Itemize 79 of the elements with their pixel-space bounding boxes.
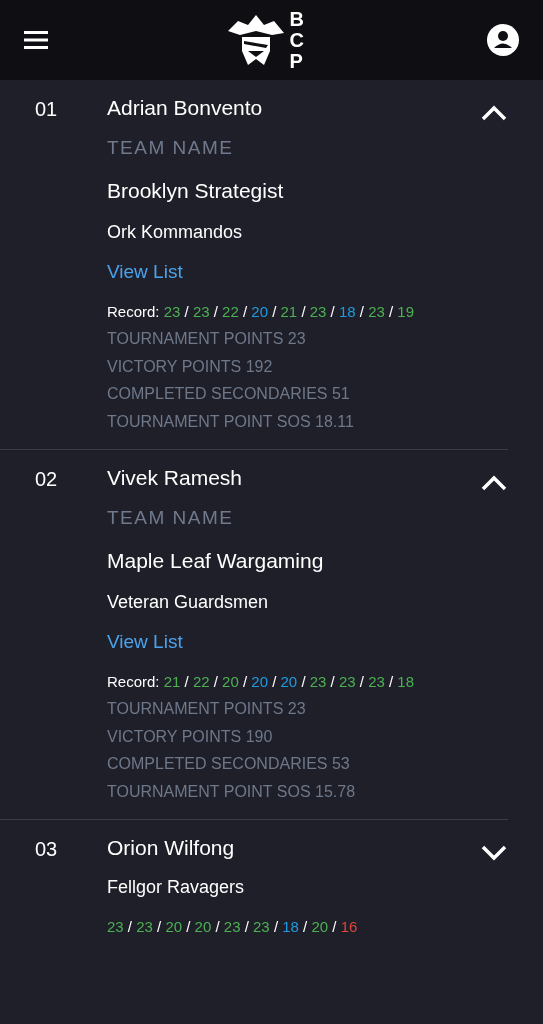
record-score: 16 [340, 917, 358, 935]
rank-number: 02 [35, 467, 59, 492]
record-score: 22 [192, 673, 210, 690]
team-name: Maple Leaf Wargaming [107, 548, 325, 574]
record-separator: / [272, 673, 277, 690]
record-score: 23 [309, 673, 327, 690]
stat-line: VICTORY POINTS 192 [107, 356, 274, 377]
record-score: 23 [223, 917, 241, 935]
record-score: 18 [397, 673, 414, 690]
team-label: TEAM NAME [107, 135, 235, 160]
record-separator: / [273, 917, 279, 935]
record-separator: / [184, 673, 189, 690]
stat-line: TOURNAMENT POINTS 23 [107, 699, 307, 719]
stat-line: TOURNAMENT POINT SOS 18.11 [107, 411, 355, 432]
view-list-link[interactable]: View List [107, 257, 183, 286]
record-score: 20 [280, 673, 298, 690]
record-score: 23 [107, 917, 124, 935]
record-separator: / [157, 917, 162, 935]
record-score: 20 [194, 917, 212, 935]
record-separator: / [215, 917, 220, 935]
team-label: TEAM NAME [107, 505, 235, 530]
record-score: 23 [368, 673, 385, 690]
record-separator: / [332, 917, 337, 935]
user-avatar-icon[interactable] [487, 24, 519, 56]
record-separator: / [359, 303, 364, 320]
record-separator: / [389, 303, 394, 320]
record-separator: / [213, 303, 218, 320]
record-score: 21 [280, 303, 298, 320]
record-separator: / [330, 303, 335, 320]
record-separator: / [359, 673, 364, 690]
record-separator: / [186, 917, 191, 935]
faction-name: Ork Kommandos [107, 220, 244, 244]
view-list-link[interactable]: View List [107, 627, 183, 656]
record-score: 23 [136, 917, 153, 935]
record-separator: / [272, 303, 277, 320]
record-score: 19 [397, 303, 414, 320]
record-score: 23 [192, 303, 210, 320]
record-score: 21 [163, 673, 181, 690]
record-separator: / [244, 917, 249, 935]
record-score: 23 [253, 917, 270, 935]
record-separator: / [213, 673, 218, 690]
record-separator: / [242, 303, 248, 320]
player-name: Adrian Bonvento [107, 95, 264, 121]
record-score: 23 [309, 303, 327, 320]
record-label: Record: [107, 303, 160, 320]
record-score: 20 [251, 673, 268, 690]
stat-line: VICTORY POINTS 190 [107, 726, 274, 747]
faction-name: Veteran Guardsmen [107, 590, 270, 614]
record-score: 20 [165, 917, 183, 935]
record-score: 20 [222, 673, 239, 690]
record-score: 23 [163, 303, 181, 320]
record-score: 23 [338, 673, 356, 690]
record-score: 18 [338, 303, 356, 320]
record-separator: / [127, 917, 133, 935]
menu-icon[interactable] [24, 30, 48, 50]
record-separator: / [301, 673, 306, 690]
record-label: Record: [107, 673, 160, 690]
record-separator: / [303, 917, 308, 935]
stat-line: COMPLETED SECONDARIES 51 [107, 384, 351, 404]
player-name: Vivek Ramesh [107, 465, 243, 491]
record-separator: / [242, 673, 248, 690]
record-score: 20 [311, 917, 329, 935]
record-score: 18 [282, 917, 299, 935]
stat-line: COMPLETED SECONDARIES 53 [107, 754, 351, 774]
team-name: Brooklyn Strategist [107, 178, 285, 204]
record-separator: / [184, 303, 189, 320]
stat-line: TOURNAMENT POINTS 23 [107, 329, 307, 349]
logo-text: BCP [289, 8, 305, 72]
record-separator: / [330, 673, 335, 690]
record-separator: / [389, 673, 394, 690]
record-score: 20 [251, 303, 268, 320]
record-score: 23 [368, 303, 385, 320]
rank-number: 01 [35, 97, 59, 122]
player-name: Orion Wilfong [107, 835, 236, 861]
record-separator: / [301, 303, 306, 320]
faction-name: Fellgor Ravagers [107, 875, 246, 899]
rank-number: 03 [35, 837, 59, 862]
record-score: 22 [222, 303, 239, 320]
stat-line: TOURNAMENT POINT SOS 15.78 [107, 781, 357, 802]
